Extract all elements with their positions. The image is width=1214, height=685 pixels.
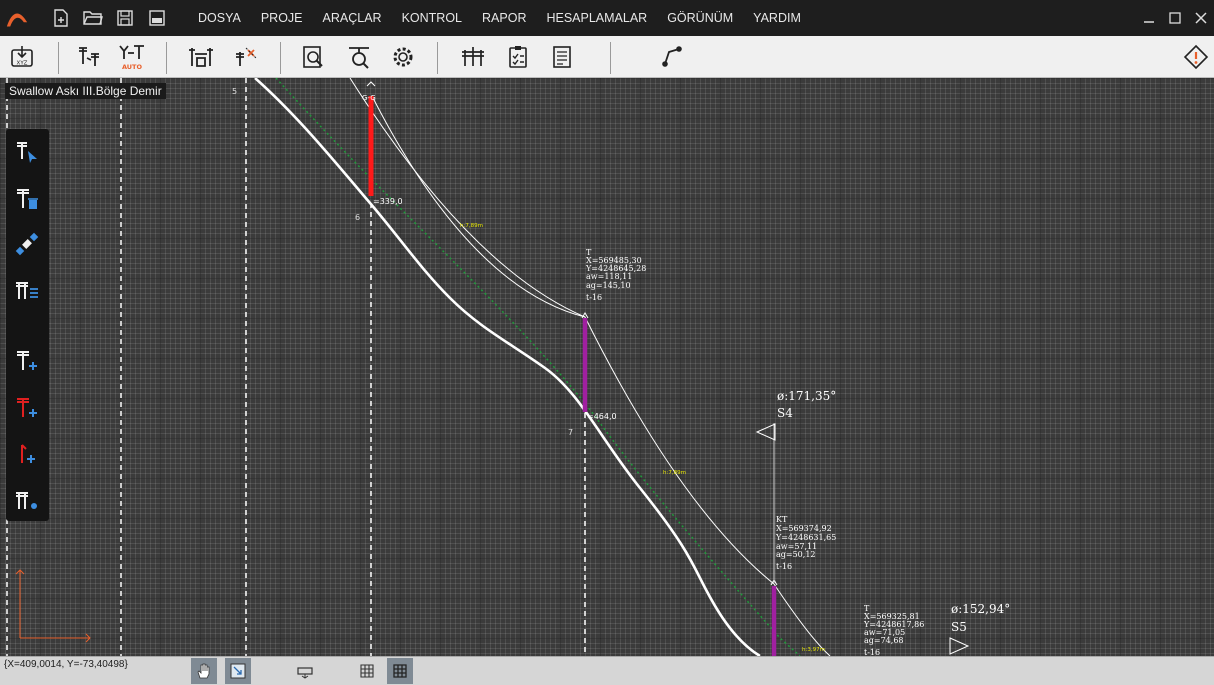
menu-hesaplamalar[interactable]: HESAPLAMALAR [536, 0, 657, 36]
conductor-line [773, 583, 831, 656]
svg-text:KT: KT [776, 515, 788, 524]
drawing-canvas[interactable]: 5 6 7 G-G =339,0 =464,0 h:7,89m h:7,89m … [0, 78, 1214, 656]
angle-value: ø:152,94° [951, 602, 1010, 616]
polyline-node-button[interactable] [657, 42, 687, 72]
svg-text:t-16: t-16 [586, 293, 602, 302]
add-angle-pole-button[interactable] [12, 393, 42, 423]
project-title: Swallow Askı III.Bölge Demir [5, 83, 166, 99]
pole-annotation: T X=569485,30 Y=4248645,28 aw=118,11 ag=… [585, 248, 646, 302]
station-name: S5 [951, 620, 967, 634]
svg-text:t-16: t-16 [864, 648, 880, 656]
select-pole-button[interactable] [12, 137, 42, 167]
station-name: S4 [777, 406, 793, 420]
station-lines [6, 78, 586, 656]
settings-gear-icon[interactable] [388, 42, 418, 72]
profile-drawing: 5 6 7 G-G =339,0 =464,0 h:7,89m h:7,89m … [6, 78, 1010, 656]
conductor-line [371, 95, 586, 318]
add-pole-button[interactable] [12, 346, 42, 376]
menu-rapor[interactable]: RAPOR [472, 0, 536, 36]
sag-label: h:3,97m [802, 647, 825, 653]
section-label: 5 [232, 87, 237, 96]
sag-label: h:7,89m [460, 223, 483, 229]
report-document-button[interactable] [547, 42, 577, 72]
add-end-pole-button[interactable] [12, 439, 42, 469]
svg-text:X=569374,92: X=569374,92 [776, 524, 832, 533]
svg-text:aw=118,11: aw=118,11 [586, 272, 632, 281]
save-icon[interactable] [114, 7, 136, 29]
toolbar-separator [280, 42, 281, 74]
remove-tower-button[interactable] [231, 42, 261, 72]
menu-proje[interactable]: PROJE [251, 0, 313, 36]
ortho-toggle-icon[interactable] [292, 658, 318, 684]
inspect-profile-button[interactable] [298, 42, 328, 72]
open-folder-icon[interactable] [82, 7, 104, 29]
app-window: DOSYA PROJE ARAÇLAR KONTROL RAPOR HESAPL… [0, 0, 1214, 685]
cursor-coordinates: {X=409,0014, Y=-73,40498} [4, 659, 128, 670]
pole-annotation: T X=569325,81 Y=4248617,86 aw=71,05 ag=7… [863, 604, 924, 656]
svg-text:ag=145,10: ag=145,10 [586, 281, 631, 290]
angle-marker-s4[interactable]: ø:171,35° S4 [755, 389, 836, 441]
pole-top-label: G-G [362, 94, 376, 102]
auto-label: AUTO [122, 63, 143, 71]
ground-profile-line [254, 78, 761, 656]
pole-properties-button[interactable] [12, 485, 42, 515]
satellite-survey-button[interactable] [12, 229, 42, 259]
import-xyz-button[interactable]: XYZ [7, 42, 37, 72]
pan-hand-icon[interactable] [191, 658, 217, 684]
app-logo-icon [6, 7, 28, 29]
toolbar-separator [610, 42, 611, 74]
svg-text:ag=50,12: ag=50,12 [776, 550, 816, 559]
search-tower-button[interactable] [344, 42, 374, 72]
menu-bar: DOSYA PROJE ARAÇLAR KONTROL RAPOR HESAPL… [0, 0, 1214, 36]
export-pdf-icon[interactable] [146, 7, 168, 29]
angle-marker-s5[interactable]: ø:152,94° S5 [949, 602, 1010, 655]
pole-6[interactable]: G-G =339,0 [362, 81, 403, 206]
menu-dosya[interactable]: DOSYA [188, 0, 251, 36]
main-toolbar: XYZ AUTO [0, 36, 1214, 78]
menu-yardim[interactable]: YARDIM [743, 0, 811, 36]
span-table-button[interactable] [458, 42, 488, 72]
pole-elevation-label: =464,0 [587, 412, 617, 421]
grid-toggle-icon[interactable] [354, 658, 380, 684]
place-poles-button[interactable] [74, 42, 104, 72]
svg-text:t-16: t-16 [776, 562, 792, 571]
toolbar-separator [437, 42, 438, 74]
svg-text:ag=74,68: ag=74,68 [864, 636, 904, 645]
section-label: 7 [568, 428, 573, 437]
tool-palette [6, 129, 49, 521]
minimize-icon[interactable] [1136, 0, 1162, 36]
warning-icon[interactable] [1181, 42, 1211, 72]
svg-text:Y=4248631,65: Y=4248631,65 [775, 533, 836, 542]
sag-label: h:7,89m [663, 470, 686, 476]
pole-list-button[interactable] [12, 275, 42, 305]
zoom-window-icon[interactable] [225, 658, 251, 684]
maximize-icon[interactable] [1162, 0, 1188, 36]
checklist-button[interactable] [503, 42, 533, 72]
toolbar-separator [166, 42, 167, 74]
clearance-line [275, 78, 801, 656]
auto-place-poles-button[interactable]: AUTO [117, 42, 147, 72]
angle-value: ø:171,35° [777, 389, 836, 403]
toolbar-separator [58, 42, 59, 74]
new-file-icon[interactable] [50, 7, 72, 29]
section-label: 6 [355, 213, 360, 222]
snap-grid-icon[interactable] [387, 658, 413, 684]
pole-annotation: KT X=569374,92 Y=4248631,65 aw=57,11 ag=… [775, 515, 836, 571]
window-controls [1136, 0, 1214, 36]
main-menu: DOSYA PROJE ARAÇLAR KONTROL RAPOR HESAPL… [188, 0, 811, 36]
delete-pole-button[interactable] [12, 184, 42, 214]
pole-elevation-label: =339,0 [373, 197, 403, 206]
xyz-label: XYZ [17, 61, 28, 67]
menu-gorunum[interactable]: GÖRÜNÜM [657, 0, 743, 36]
close-icon[interactable] [1188, 0, 1214, 36]
menu-araclar[interactable]: ARAÇLAR [313, 0, 392, 36]
status-bar: {X=409,0014, Y=-73,40498} [0, 656, 1214, 685]
tower-config-button[interactable] [186, 42, 216, 72]
ucs-axis-icon [15, 569, 91, 643]
menu-kontrol[interactable]: KONTROL [392, 0, 472, 36]
